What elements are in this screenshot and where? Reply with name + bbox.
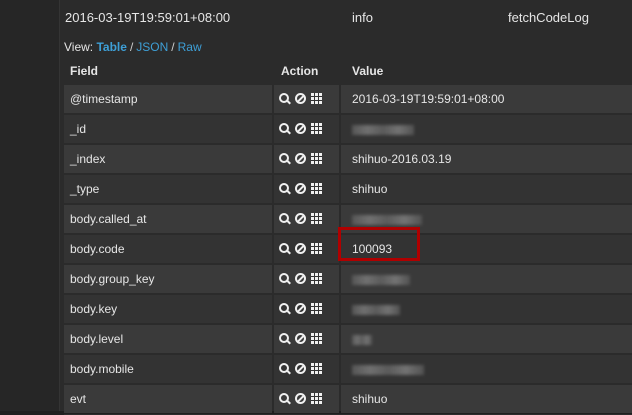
ban-icon[interactable] (295, 243, 306, 255)
magnifier-icon[interactable] (279, 183, 290, 194)
field-actions (274, 325, 339, 353)
field-name: evt (64, 385, 272, 413)
field-actions (274, 355, 339, 383)
field-name: _index (64, 145, 272, 173)
event-level: info (352, 10, 373, 25)
table-row: _id (64, 115, 632, 145)
table-row: body.group_key (64, 265, 632, 295)
ban-icon[interactable] (295, 273, 306, 285)
table-grid-icon[interactable] (311, 153, 322, 165)
field-actions (274, 85, 339, 113)
field-name: body.code (64, 235, 272, 263)
redacted-value (341, 325, 632, 353)
table-grid-icon[interactable] (311, 303, 322, 315)
table-row: body.level (64, 325, 632, 355)
field-name: _type (64, 175, 272, 203)
table-grid-icon[interactable] (311, 123, 322, 135)
view-switcher: View: Table / JSON / Raw (64, 40, 202, 54)
ban-icon[interactable] (295, 213, 306, 225)
table-grid-icon[interactable] (311, 93, 322, 105)
table-row: @timestamp 2016-03-19T19:59:01+08:00 (64, 85, 632, 115)
field-value: shihuo (341, 385, 632, 413)
redacted-value (341, 295, 632, 323)
magnifier-icon[interactable] (279, 303, 290, 314)
view-label: View: (64, 40, 94, 54)
field-actions (274, 235, 339, 263)
magnifier-icon[interactable] (279, 363, 290, 374)
magnifier-icon[interactable] (279, 153, 290, 164)
field-actions (274, 175, 339, 203)
column-header-action: Action (281, 64, 319, 78)
view-table-link[interactable]: Table (96, 40, 126, 54)
field-name: body.mobile (64, 355, 272, 383)
redaction-blur (352, 364, 424, 375)
ban-icon[interactable] (295, 93, 306, 105)
field-value: 2016-03-19T19:59:01+08:00 (341, 85, 632, 113)
table-row: body.called_at (64, 205, 632, 235)
table-grid-icon[interactable] (311, 393, 322, 405)
left-gutter (0, 0, 59, 411)
table-grid-icon[interactable] (311, 333, 322, 345)
ban-icon[interactable] (295, 183, 306, 195)
redaction-blur (352, 124, 414, 135)
column-header-field: Field (70, 64, 99, 78)
table-row: body.code 100093 (64, 235, 632, 265)
field-name: body.level (64, 325, 272, 353)
field-actions (274, 205, 339, 233)
field-name: body.key (64, 295, 272, 323)
field-value: shihuo-2016.03.19 (341, 145, 632, 173)
table-row: _type shihuo (64, 175, 632, 205)
event-detail-panel: 2016-03-19T19:59:01+08:00 info fetchCode… (59, 0, 632, 415)
table-grid-icon[interactable] (311, 243, 322, 255)
field-name: body.group_key (64, 265, 272, 293)
magnifier-icon[interactable] (279, 393, 290, 404)
field-name: body.called_at (64, 205, 272, 233)
field-name: _id (64, 115, 272, 143)
ban-icon[interactable] (295, 303, 306, 315)
event-timestamp: 2016-03-19T19:59:01+08:00 (65, 10, 231, 25)
field-actions (274, 385, 339, 413)
view-json-link[interactable]: JSON (136, 40, 168, 54)
ban-icon[interactable] (295, 153, 306, 165)
magnifier-icon[interactable] (279, 333, 290, 344)
view-separator: / (171, 40, 175, 54)
redacted-value (341, 265, 632, 293)
redaction-blur (352, 274, 410, 285)
field-table: @timestamp 2016-03-19T19:59:01+08:00 _id _i… (64, 85, 632, 415)
field-actions (274, 145, 339, 173)
ban-icon[interactable] (295, 363, 306, 375)
field-value: 100093 (341, 235, 632, 263)
field-actions (274, 115, 339, 143)
magnifier-icon[interactable] (279, 213, 290, 224)
ban-icon[interactable] (295, 333, 306, 345)
field-actions (274, 295, 339, 323)
table-row: body.mobile (64, 355, 632, 385)
redaction-blur (352, 304, 400, 315)
redaction-blur (352, 334, 372, 345)
table-grid-icon[interactable] (311, 273, 322, 285)
event-logger: fetchCodeLog (508, 10, 589, 25)
ban-icon[interactable] (295, 393, 306, 405)
field-name: @timestamp (64, 85, 272, 113)
magnifier-icon[interactable] (279, 123, 290, 134)
redaction-blur (352, 214, 422, 225)
event-summary-row[interactable]: 2016-03-19T19:59:01+08:00 info fetchCode… (60, 0, 632, 34)
table-grid-icon[interactable] (311, 183, 322, 195)
redacted-value (341, 355, 632, 383)
view-raw-link[interactable]: Raw (178, 40, 202, 54)
redacted-value (341, 205, 632, 233)
redacted-value (341, 115, 632, 143)
column-header-value: Value (352, 64, 384, 78)
field-value: shihuo (341, 175, 632, 203)
view-separator: / (129, 40, 134, 54)
magnifier-icon[interactable] (279, 93, 290, 104)
table-row: body.key (64, 295, 632, 325)
table-grid-icon[interactable] (311, 363, 322, 375)
table-row: _index shihuo-2016.03.19 (64, 145, 632, 175)
field-actions (274, 265, 339, 293)
magnifier-icon[interactable] (279, 273, 290, 284)
magnifier-icon[interactable] (279, 243, 290, 254)
ban-icon[interactable] (295, 123, 306, 135)
table-grid-icon[interactable] (311, 213, 322, 225)
